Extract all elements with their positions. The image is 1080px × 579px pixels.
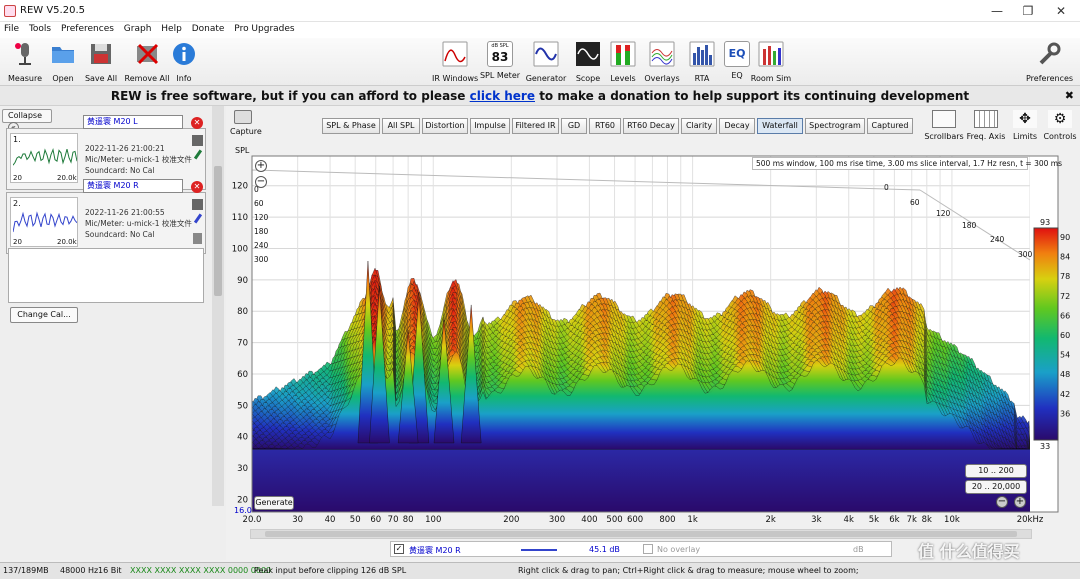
colorbar-tick: 48 (1060, 370, 1070, 379)
x-tick-label: 100 (425, 515, 441, 525)
sample-rate-status: 48000 Hz (60, 566, 99, 575)
x-tick-label: 5k (869, 515, 879, 525)
colorbar-tick: 66 (1060, 311, 1070, 320)
colorbar-max: 93 (1040, 218, 1050, 227)
time-tick-left: 60 (254, 199, 264, 208)
x-tick-label: 6k (889, 515, 899, 525)
colorbar (1033, 227, 1059, 441)
x-tick-label: 600 (627, 515, 643, 525)
x-tick-label: 40 (325, 515, 336, 525)
y-tick-label: 90 (237, 276, 248, 286)
x-tick-label: 800 (659, 515, 675, 525)
y-tick-label: 120 (232, 182, 248, 192)
y-tick-label: 60 (237, 370, 248, 380)
waterfall-floor (252, 446, 1030, 512)
range-10-200-button[interactable]: 10 .. 200 (965, 464, 1027, 478)
x-tick-label: 3k (811, 515, 821, 525)
time-tick-left: 180 (254, 227, 269, 236)
time-tick-left: 300 (254, 255, 269, 264)
x-zoom-out-button[interactable]: − (996, 496, 1008, 508)
x-tick-label: 4k (844, 515, 854, 525)
x-tick-label: 80 (403, 515, 414, 525)
y-tick-label: 100 (232, 244, 248, 254)
x-tick-label: 20kHz (1017, 515, 1044, 525)
colorbar-tick: 72 (1060, 292, 1070, 301)
memory-status: 137/189MB (3, 566, 49, 575)
x-tick-label: 30 (292, 515, 303, 525)
colorbar-tick: 42 (1060, 390, 1070, 399)
x-tick-label: 7k (907, 515, 917, 525)
x-tick-label: 70 (388, 515, 399, 525)
colorbar-tick: 54 (1060, 351, 1070, 360)
y-tick-label: 70 (237, 339, 248, 349)
time-tick-right: 240 (990, 235, 1005, 244)
no-overlay-checkbox[interactable] (643, 544, 653, 554)
overlay-value: 45.1 dB (589, 545, 620, 554)
time-tick-right: 180 (962, 221, 977, 230)
time-tick-right: 300 (1018, 250, 1033, 259)
watermark-logo: 值 什么值得买 (918, 542, 1020, 561)
x-zoom-in-button[interactable]: + (1014, 496, 1026, 508)
generate-button[interactable]: Generate (254, 496, 294, 510)
range-20-20000-button[interactable]: 20 .. 20,000 (965, 480, 1027, 494)
x-tick-label: 50 (350, 515, 361, 525)
trace-checkbox[interactable]: ✓ (394, 544, 404, 554)
y-tick-label: 110 (232, 213, 248, 223)
level-meter-status: XXXX XXXX XXXX XXXX 0000 0000 (130, 566, 272, 575)
bit-depth-status: 16 Bit (98, 566, 122, 575)
plot-horizontal-scrollbar[interactable] (250, 529, 1032, 539)
time-tick-left: 240 (254, 241, 269, 250)
x-tick-label: 60 (370, 515, 381, 525)
x-tick-label: 300 (549, 515, 565, 525)
x-tick-label: 2k (765, 515, 775, 525)
time-tick-right: 60 (910, 198, 920, 207)
y-bottom-label: 16.0 (234, 506, 252, 515)
colorbar-min: 33 (1040, 442, 1050, 451)
y-tick-label: 20 (237, 495, 248, 505)
x-tick-label: 500 (606, 515, 622, 525)
colorbar-tick: 60 (1060, 331, 1070, 340)
x-tick-label: 200 (503, 515, 519, 525)
time-tick-right: 0 (884, 183, 889, 192)
overlay-bar: ✓ 黄遥寰 M20 R 45.1 dB No overlay dB (390, 541, 892, 557)
colorbar-tick: 90 (1060, 233, 1070, 242)
time-tick-right: 120 (936, 209, 951, 218)
y-tick-label: 40 (237, 433, 248, 443)
waterfall-plot[interactable]: 120 110 100 90 80 70 60 50 40 30 20 20.0 30 40 50 60 70 8… (0, 0, 1080, 579)
y-tick-label: 80 (237, 307, 248, 317)
peak-input-status: Peak input before clipping 126 dB SPL (254, 566, 407, 575)
waterfall-info-text: 500 ms window, 100 ms rise time, 3.00 ms… (752, 157, 1062, 170)
x-tick-label: 10k (944, 515, 960, 525)
time-tick-left: 120 (254, 213, 269, 222)
mouse-hint-status: Right click & drag to pan; Ctrl+Right cl… (518, 566, 859, 575)
overlay-trace-name: 黄遥寰 M20 R (409, 546, 461, 555)
zoom-in-button[interactable]: + (255, 160, 267, 172)
colorbar-tick: 36 (1060, 409, 1070, 418)
x-tick-label: 20.0 (243, 515, 262, 525)
y-tick-label: 30 (237, 464, 248, 474)
colorbar-tick: 78 (1060, 272, 1070, 281)
y-tick-label: 50 (237, 401, 248, 411)
zoom-out-button[interactable]: − (255, 176, 267, 188)
trace-line-swatch (521, 549, 557, 551)
colorbar-tick: 84 (1060, 253, 1070, 262)
x-tick-label: 400 (581, 515, 597, 525)
x-tick-label: 1k (687, 515, 697, 525)
x-tick-label: 8k (922, 515, 932, 525)
